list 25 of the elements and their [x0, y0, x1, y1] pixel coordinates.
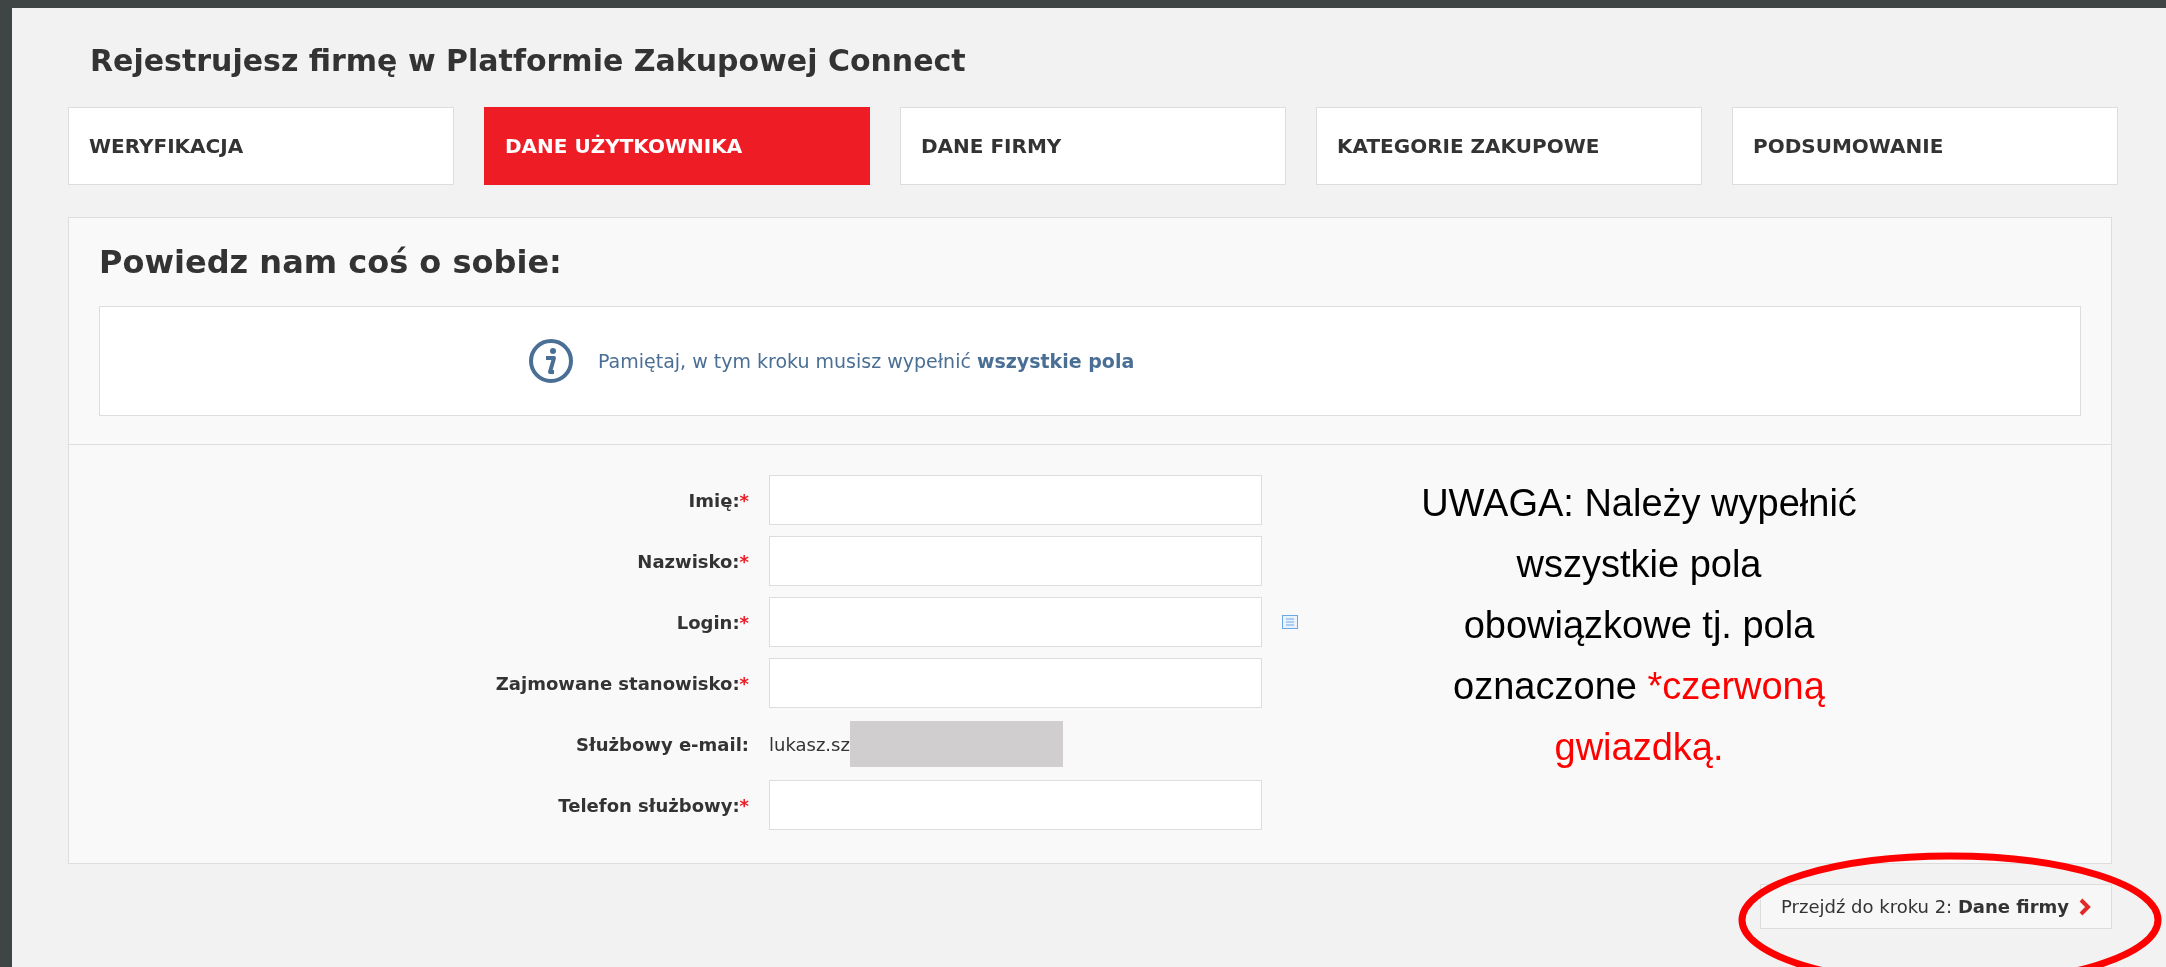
step-tab[interactable]: DANE UŻYTKOWNIKA: [484, 107, 870, 185]
field-label: Login:*: [676, 610, 749, 635]
field-label: Imię:*: [688, 488, 749, 513]
step-tab[interactable]: WERYFIKACJA: [68, 107, 454, 185]
field-label: Nazwisko:*: [637, 549, 749, 574]
page-title: Rejestrujesz firmę w Platformie Zakupowej Connect: [90, 42, 966, 80]
section-heading: Powiedz nam coś o sobie:: [99, 242, 562, 283]
info-text: Pamiętaj, w tym kroku musisz wypełnić wszystkie pola: [598, 348, 1135, 374]
text-input-field[interactable]: [769, 780, 1262, 830]
field-label: Telefon służbowy:*: [558, 793, 749, 818]
next-step-button[interactable]: Przejdź do kroku 2: Dane firmy: [1760, 884, 2112, 929]
chevron-right-icon: [2079, 897, 2091, 916]
step-tab[interactable]: DANE FIRMY: [900, 107, 1286, 185]
text-input-field[interactable]: [769, 597, 1262, 647]
text-input-field[interactable]: [769, 536, 1262, 586]
text-input-field[interactable]: [769, 658, 1262, 708]
email-value: lukasz.sz: [769, 732, 850, 757]
list-icon[interactable]: [1282, 615, 1298, 629]
step-tab[interactable]: PODSUMOWANIE: [1732, 107, 2118, 185]
step-tab[interactable]: KATEGORIE ZAKUPOWE: [1316, 107, 1702, 185]
field-label: Służbowy e-mail:: [576, 732, 749, 757]
text-input-field[interactable]: [769, 475, 1262, 525]
warning-note: UWAGA: Należy wypełnić wszystkie pola obowiązkowe tj. pola oznaczone *czerwoną gwiazdką.: [1420, 481, 1858, 770]
field-label: Zajmowane stanowisko:*: [495, 671, 749, 696]
info-icon: [528, 338, 574, 384]
